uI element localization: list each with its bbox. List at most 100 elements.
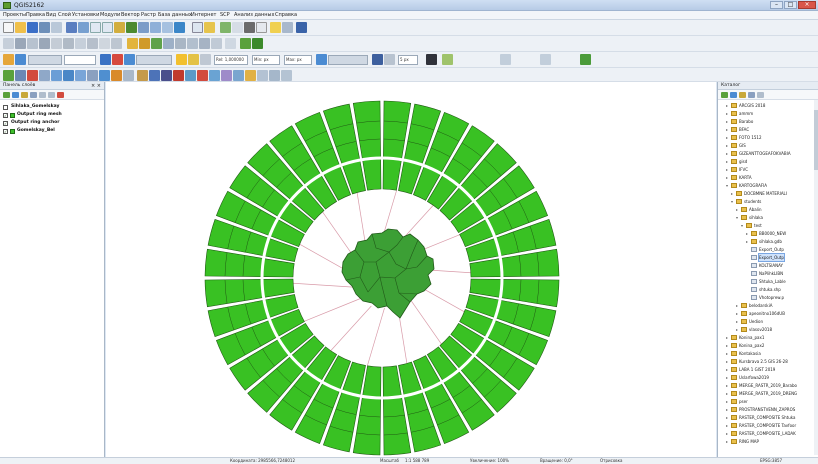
grid-icon[interactable] bbox=[188, 54, 199, 65]
collapsed-arrow-icon[interactable]: ▸ bbox=[726, 110, 730, 117]
collapsed-arrow-icon[interactable]: ▸ bbox=[726, 342, 730, 349]
delete-part-icon[interactable] bbox=[27, 70, 38, 81]
georeferencer-icon[interactable] bbox=[161, 70, 172, 81]
zoom-selection-icon[interactable] bbox=[138, 22, 149, 33]
collapsed-arrow-icon[interactable]: ▸ bbox=[736, 326, 740, 333]
collapsed-arrow-icon[interactable]: ▸ bbox=[726, 398, 730, 405]
panel-toggle-icon[interactable] bbox=[500, 54, 511, 65]
locator-select[interactable] bbox=[328, 55, 368, 65]
search-mode-select[interactable] bbox=[136, 55, 172, 65]
menu-vector[interactable]: Вектор bbox=[121, 12, 140, 18]
show-hide-labels-icon[interactable] bbox=[163, 38, 174, 49]
zoom-last-icon[interactable] bbox=[150, 22, 161, 33]
filter-browser-icon[interactable] bbox=[739, 92, 746, 98]
layer-item[interactable]: ✓ Output ring anchor bbox=[3, 120, 103, 127]
refresh-icon[interactable] bbox=[174, 22, 185, 33]
collapse-all-icon[interactable] bbox=[48, 92, 55, 98]
collapsed-arrow-icon[interactable]: ▸ bbox=[726, 422, 730, 429]
label-icon[interactable] bbox=[127, 38, 138, 49]
collapsed-arrow-icon[interactable]: ▸ bbox=[726, 374, 730, 381]
close-button[interactable]: × bbox=[798, 1, 816, 9]
save-as-icon[interactable] bbox=[39, 22, 50, 33]
quickmap-icon[interactable] bbox=[233, 70, 244, 81]
add-ring-icon[interactable] bbox=[99, 70, 110, 81]
save-project-icon[interactable] bbox=[27, 22, 38, 33]
layer-visibility-checkbox[interactable]: ✓ bbox=[3, 121, 8, 126]
fill-ring-icon[interactable] bbox=[111, 70, 122, 81]
layer-visibility-checkbox[interactable]: ✓ bbox=[3, 113, 8, 118]
node-tool-icon[interactable] bbox=[63, 38, 74, 49]
collapsed-arrow-icon[interactable]: ▸ bbox=[726, 150, 730, 157]
collapsed-arrow-icon[interactable]: ▸ bbox=[736, 318, 740, 325]
expanded-arrow-icon[interactable]: ▾ bbox=[726, 182, 730, 189]
menu-view[interactable]: Вид bbox=[46, 12, 56, 18]
zoom-next-icon[interactable] bbox=[162, 22, 173, 33]
browser-scrollbar[interactable] bbox=[814, 100, 818, 455]
raster-calc-icon[interactable] bbox=[149, 70, 160, 81]
zoom-out-icon[interactable] bbox=[102, 22, 113, 33]
plugin-misc-2-icon[interactable] bbox=[281, 70, 292, 81]
add-feature-icon[interactable] bbox=[39, 38, 50, 49]
cut-features-icon[interactable] bbox=[87, 38, 98, 49]
reshape-icon[interactable] bbox=[63, 70, 74, 81]
mmqgis-icon[interactable] bbox=[245, 70, 256, 81]
pan-icon[interactable] bbox=[66, 22, 77, 33]
current-edits-icon[interactable] bbox=[3, 38, 14, 49]
text-annotation-icon[interactable] bbox=[282, 22, 293, 33]
expanded-arrow-icon[interactable]: ▾ bbox=[736, 214, 740, 221]
layer-styling-icon[interactable] bbox=[225, 38, 236, 49]
rotate-canvas-icon[interactable] bbox=[372, 54, 383, 65]
add-group-icon[interactable] bbox=[12, 92, 19, 98]
scale-value[interactable]: 1:1 588 789 bbox=[405, 458, 429, 464]
diagram-icon[interactable] bbox=[211, 38, 222, 49]
python-console-icon[interactable] bbox=[296, 22, 307, 33]
identify-icon[interactable] bbox=[192, 22, 203, 33]
menu-plugins[interactable]: Модули bbox=[100, 12, 120, 18]
toggle-editing-icon[interactable] bbox=[15, 38, 26, 49]
collapsed-arrow-icon[interactable]: ▸ bbox=[726, 134, 730, 141]
gps-icon[interactable] bbox=[197, 70, 208, 81]
topology-icon[interactable] bbox=[442, 54, 453, 65]
refresh-browser-icon[interactable] bbox=[730, 92, 737, 98]
collapsed-arrow-icon[interactable]: ▸ bbox=[726, 390, 730, 397]
paste-features-icon[interactable] bbox=[111, 38, 122, 49]
collapsed-arrow-icon[interactable]: ▸ bbox=[726, 118, 730, 125]
offset-curve-icon[interactable] bbox=[75, 70, 86, 81]
zoom-in-icon[interactable] bbox=[90, 22, 101, 33]
menu-settings[interactable]: Установки bbox=[72, 12, 99, 18]
field-calc-icon[interactable] bbox=[232, 22, 243, 33]
snapping-icon[interactable] bbox=[3, 54, 14, 65]
scale-icon[interactable] bbox=[176, 54, 187, 65]
collapsed-arrow-icon[interactable]: ▸ bbox=[736, 302, 740, 309]
collapsed-arrow-icon[interactable]: ▸ bbox=[726, 166, 730, 173]
collapsed-arrow-icon[interactable]: ▸ bbox=[726, 126, 730, 133]
trace-icon[interactable] bbox=[426, 54, 437, 65]
menu-layer[interactable]: Слой bbox=[58, 12, 71, 18]
collapsed-arrow-icon[interactable]: ▸ bbox=[726, 158, 730, 165]
menu-project[interactable]: Проекты bbox=[3, 12, 26, 18]
print-layout-icon[interactable] bbox=[51, 22, 62, 33]
menu-web[interactable]: Интернет bbox=[191, 12, 216, 18]
menu-edit[interactable]: Правка bbox=[26, 12, 45, 18]
collapsed-arrow-icon[interactable]: ▸ bbox=[726, 438, 730, 445]
collapsed-arrow-icon[interactable]: ▸ bbox=[726, 334, 730, 341]
collapsed-arrow-icon[interactable]: ▸ bbox=[726, 350, 730, 357]
collapsed-arrow-icon[interactable]: ▸ bbox=[726, 142, 730, 149]
copy-features-icon[interactable] bbox=[99, 38, 110, 49]
openlayers-icon[interactable] bbox=[257, 70, 268, 81]
layer-visibility-checkbox[interactable]: ✓ bbox=[3, 129, 8, 134]
snapping-mode-select[interactable] bbox=[28, 55, 62, 65]
panel-close-icon[interactable]: × × bbox=[91, 82, 101, 90]
scrollbar-thumb[interactable] bbox=[814, 110, 818, 170]
expanded-arrow-icon[interactable]: ▾ bbox=[731, 198, 735, 205]
expanded-arrow-icon[interactable]: ▾ bbox=[741, 222, 745, 229]
remove-layer-icon[interactable] bbox=[57, 92, 64, 98]
processing-icon[interactable] bbox=[580, 54, 591, 65]
maximize-button[interactable]: □ bbox=[784, 1, 797, 9]
cad-tools-icon[interactable] bbox=[112, 54, 123, 65]
pin-label-icon[interactable] bbox=[151, 38, 162, 49]
sql-icon[interactable] bbox=[185, 70, 196, 81]
snapping-type-icon[interactable] bbox=[384, 54, 395, 65]
crs-button[interactable]: EPSG:3857 bbox=[760, 458, 782, 464]
open-styling-icon[interactable] bbox=[3, 92, 10, 98]
